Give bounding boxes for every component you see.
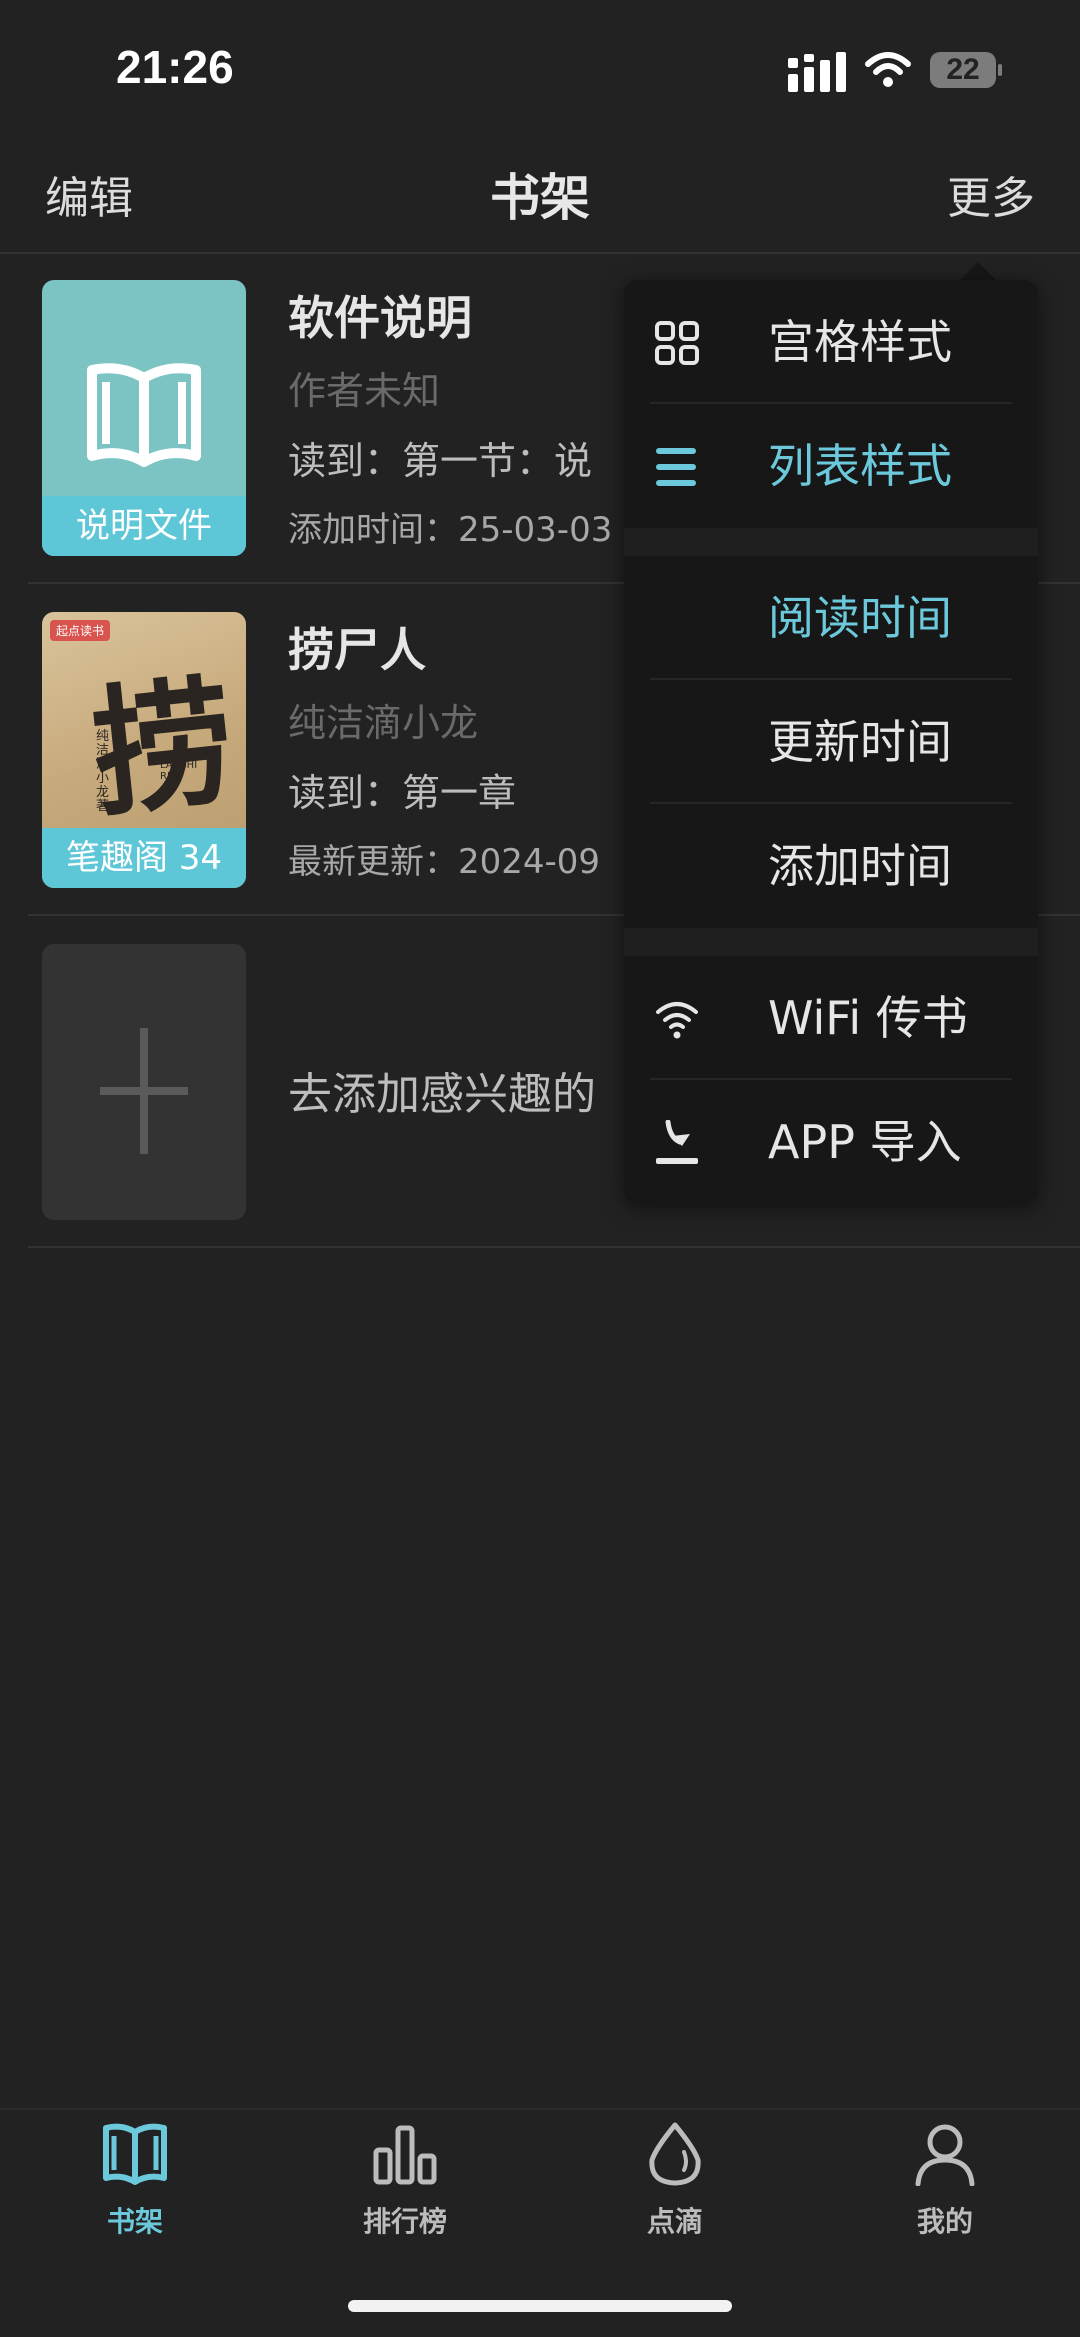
cover-subtitle: LAOSHI REN xyxy=(160,760,198,782)
menu-label: 宫格样式 xyxy=(768,315,952,369)
menu-group-separator xyxy=(624,928,1038,956)
list-icon xyxy=(656,448,696,486)
tab-bookshelf[interactable]: 书架 xyxy=(35,2122,235,2240)
book-title: 软件说明 xyxy=(288,291,472,345)
book-title: 捞尸人 xyxy=(288,623,426,677)
cover-label: 笔趣阁 34 xyxy=(42,828,246,888)
menu-item-sort-update-time[interactable]: 更新时间 xyxy=(624,680,1038,804)
add-book-prompt[interactable]: 去添加感兴趣的 xyxy=(288,1058,596,1122)
menu-item-wifi-transfer[interactable]: WiFi 传书 xyxy=(624,956,1038,1080)
status-time: 21:26 xyxy=(116,41,234,93)
download-icon xyxy=(656,1120,698,1164)
menu-item-sort-add-time[interactable]: 添加时间 xyxy=(624,804,1038,928)
bookshelf-icon xyxy=(103,2123,167,2185)
book-meta: 添加时间：25-03-03 xyxy=(288,510,613,550)
menu-label: APP 导入 xyxy=(768,1115,962,1169)
menu-label: 添加时间 xyxy=(768,839,952,893)
cover-label: 说明文件 xyxy=(42,496,246,556)
book-author: 纯洁滴小龙 xyxy=(288,701,479,745)
bar-chart-icon xyxy=(373,2125,437,2185)
menu-item-list-style[interactable]: 列表样式 xyxy=(624,404,1038,528)
menu-label: 列表样式 xyxy=(768,439,952,493)
grid-icon xyxy=(655,321,699,365)
tab-profile[interactable]: 我的 xyxy=(845,2122,1045,2240)
plus-icon xyxy=(100,1028,188,1154)
menu-item-sort-read-time[interactable]: 阅读时间 xyxy=(624,556,1038,680)
home-indicator[interactable] xyxy=(348,2300,732,2312)
menu-label: 更新时间 xyxy=(768,715,952,769)
cover-author-vertical: 纯洁滴小龙 著 xyxy=(96,729,110,814)
user-icon xyxy=(915,2124,975,2186)
row-divider xyxy=(28,1246,1080,1248)
cover-badge: 起点读书 xyxy=(50,620,111,641)
tabbar-divider xyxy=(0,2108,1080,2110)
book-author: 作者未知 xyxy=(288,369,441,413)
open-book-icon xyxy=(87,363,201,467)
menu-item-app-import[interactable]: APP 导入 xyxy=(624,1080,1038,1204)
page-title: 书架 xyxy=(490,169,590,227)
menu-group-separator xyxy=(624,528,1038,556)
menu-label: 阅读时间 xyxy=(768,591,952,645)
tab-drops[interactable]: 点滴 xyxy=(575,2122,775,2240)
wifi-icon xyxy=(656,1002,698,1039)
more-button[interactable]: 更多 xyxy=(947,162,1035,226)
tab-label: 书架 xyxy=(106,2205,163,2238)
menu-pointer xyxy=(960,262,996,280)
book-meta: 最新更新：2024-09 xyxy=(288,842,601,882)
tab-label: 我的 xyxy=(916,2205,973,2238)
tab-label: 排行榜 xyxy=(362,2205,447,2238)
add-book-button[interactable] xyxy=(42,944,246,1220)
wifi-status-icon xyxy=(865,52,911,87)
book-progress: 读到：第一章 xyxy=(288,771,517,815)
cellular-signal-icon xyxy=(788,52,846,92)
menu-label: WiFi 传书 xyxy=(768,991,968,1045)
book-cover[interactable]: 说明文件 xyxy=(42,280,246,556)
water-drop-icon xyxy=(649,2122,701,2186)
tab-ranking[interactable]: 排行榜 xyxy=(305,2122,505,2240)
menu-item-grid-style[interactable]: 宫格样式 xyxy=(624,280,1038,404)
battery-level: 22 xyxy=(946,53,980,86)
battery-indicator: 22 xyxy=(930,52,1002,88)
book-cover[interactable]: 起点读书 捞 纯洁滴小龙 著 LAOSHI REN 笔趣阁 34 xyxy=(42,612,246,888)
book-progress: 读到：第一节：说 xyxy=(288,439,593,483)
tab-label: 点滴 xyxy=(646,2205,703,2238)
more-menu: 宫格样式 列表样式 阅读时间 更新时间 添加时间 WiFi 传书 APP 导入 xyxy=(624,280,1038,1204)
nav-divider xyxy=(0,252,1080,254)
